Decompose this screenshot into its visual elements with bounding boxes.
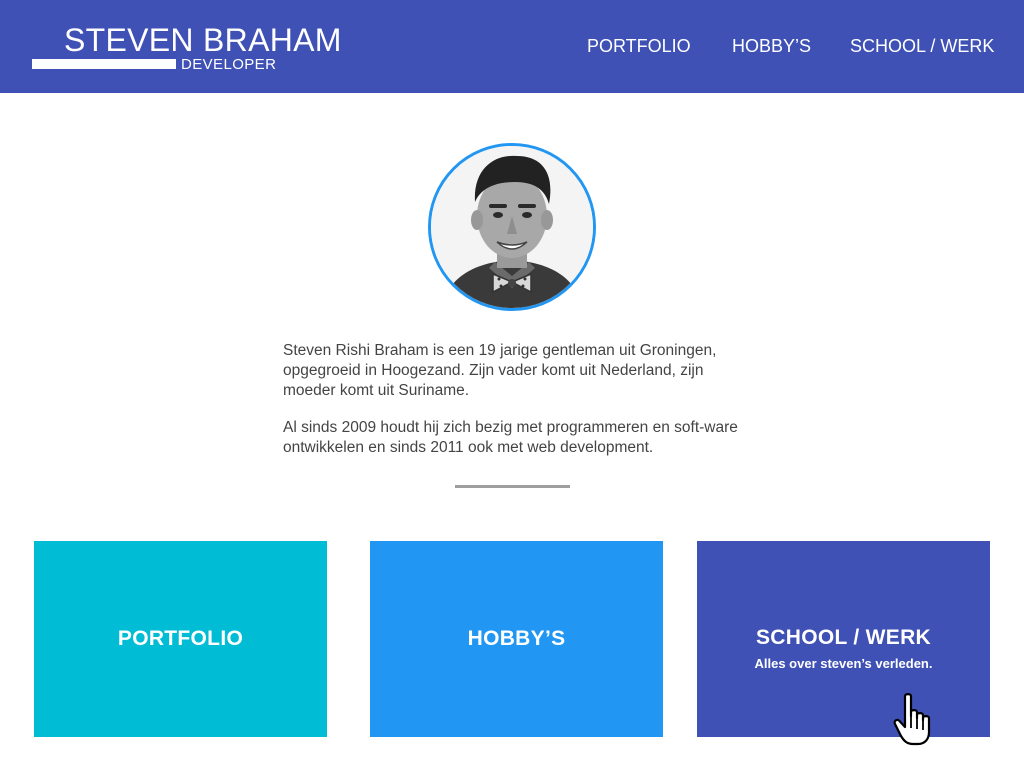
site-logo-name[interactable]: STEVEN BRAHAM — [64, 22, 342, 58]
card-portfolio[interactable]: PORTFOLIO — [34, 541, 327, 737]
card-title-hobbys: HOBBY’S — [467, 627, 566, 650]
nav-link-hobbys[interactable]: HOBBY’S — [732, 36, 811, 56]
nav-link-school-werk[interactable]: SCHOOL / WERK — [850, 36, 994, 56]
section-divider — [455, 485, 570, 488]
top-navbar: STEVEN BRAHAM DEVELOPER PORTFOLIO HOBBY’… — [0, 0, 1024, 93]
card-title-portfolio: PORTFOLIO — [117, 627, 244, 650]
card-subtitle-school-werk: Alles over steven’s verleden. — [754, 656, 933, 671]
nav-link-portfolio[interactable]: PORTFOLIO — [587, 36, 691, 56]
hand-pointer-cursor-icon — [893, 693, 931, 746]
bio-paragraph-1: Steven Rishi Braham is een 19 jarige gen… — [283, 342, 717, 399]
site-logo-subtitle: DEVELOPER — [181, 56, 277, 73]
profile-avatar — [428, 143, 596, 311]
bio-paragraph-2: Al sinds 2009 houdt hij zich bezig met p… — [283, 419, 738, 456]
card-title-school-werk: SCHOOL / WERK — [755, 626, 932, 649]
card-school-werk[interactable]: SCHOOL / WERK Alles over steven’s verled… — [697, 541, 990, 737]
logo-underline-bar — [32, 59, 176, 69]
card-hobbys[interactable]: HOBBY’S — [370, 541, 663, 737]
profile-photo-icon — [431, 146, 593, 308]
